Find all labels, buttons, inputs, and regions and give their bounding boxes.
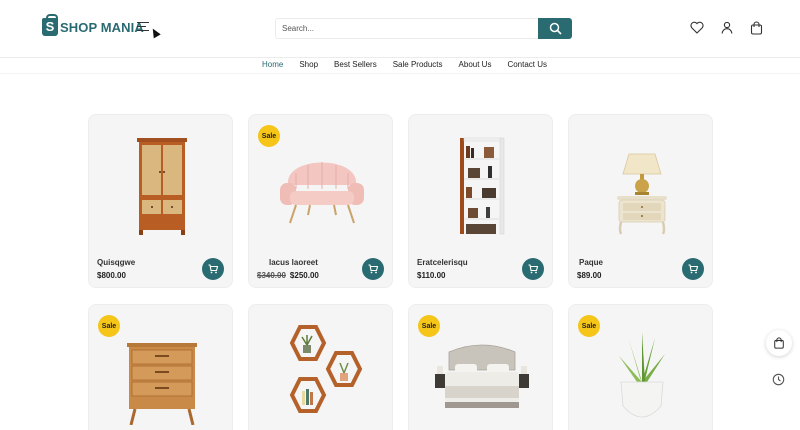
nav-contact-us[interactable]: Contact Us (507, 60, 547, 73)
product-card[interactable]: Sale (408, 304, 553, 430)
search-input[interactable] (275, 18, 538, 39)
current-price: $800.00 (97, 271, 126, 280)
product-price: $110.00 (417, 271, 445, 280)
product-card[interactable]: Sale (568, 304, 713, 430)
site-logo[interactable]: S SHOP MANIA (42, 14, 144, 36)
cart-icon (528, 264, 538, 274)
sale-badge: Sale (258, 125, 280, 147)
cart-icon (368, 264, 378, 274)
current-price: $89.00 (577, 271, 602, 280)
product-name[interactable]: Paque (579, 258, 603, 267)
user-icon (721, 21, 732, 34)
current-price: $110.00 (417, 271, 446, 280)
search-button[interactable] (538, 18, 572, 39)
cart-icon (688, 264, 698, 274)
nav-home[interactable]: Home (262, 60, 283, 73)
product-card[interactable]: Quisqgwe $800.00 (88, 114, 233, 288)
sale-badge: Sale (98, 315, 120, 337)
add-to-cart-button[interactable] (362, 258, 384, 280)
product-image-wardrobe[interactable] (89, 115, 232, 255)
shopping-bag-logo-icon: S (42, 14, 58, 36)
nav-shop[interactable]: Shop (299, 60, 318, 73)
cart-icon (774, 337, 784, 349)
search-icon (549, 22, 562, 35)
floating-cart-button[interactable] (766, 330, 792, 356)
add-to-cart-button[interactable] (682, 258, 704, 280)
product-name[interactable]: lacus laoreet (269, 258, 318, 267)
main-nav: Home Shop Best Sellers Sale Products Abo… (262, 60, 547, 73)
product-card[interactable]: Paque $89.00 (568, 114, 713, 288)
product-image-hexagon-shelves[interactable] (249, 305, 392, 430)
product-price: $800.00 (97, 271, 126, 280)
mouse-cursor-icon (149, 26, 161, 39)
add-to-cart-button[interactable] (522, 258, 544, 280)
product-card[interactable]: Sale lacus laoreet $340.00 $250.00 (248, 114, 393, 288)
product-price: $340.00 $250.00 (257, 271, 319, 280)
brand-name: SHOP MANIA (60, 19, 144, 35)
account-button[interactable] (719, 20, 734, 35)
add-to-cart-button[interactable] (202, 258, 224, 280)
product-image-bookshelf[interactable] (409, 115, 552, 255)
cart-icon (750, 20, 763, 35)
cart-button[interactable] (749, 20, 764, 35)
search-bar (275, 18, 572, 39)
product-image-nightstand-lamp[interactable] (569, 115, 712, 255)
nav-sale-products[interactable]: Sale Products (393, 60, 443, 73)
old-price: $340.00 (257, 271, 286, 280)
header-divider (0, 57, 800, 58)
product-price: $89.00 (577, 271, 601, 280)
cart-icon (208, 264, 218, 274)
nav-divider (0, 73, 800, 74)
site-header: S SHOP MANIA (0, 0, 800, 57)
heart-icon (689, 21, 704, 34)
menu-icon[interactable] (137, 22, 149, 32)
nav-best-sellers[interactable]: Best Sellers (334, 60, 377, 73)
recently-viewed-button[interactable] (771, 372, 785, 386)
nav-about-us[interactable]: About Us (459, 60, 492, 73)
product-card[interactable]: Sale (88, 304, 233, 430)
product-name[interactable]: Eratcelerisqu (417, 258, 468, 267)
logo-letter: S (45, 19, 55, 34)
product-card[interactable] (248, 304, 393, 430)
wishlist-button[interactable] (689, 20, 704, 35)
clock-icon (772, 373, 784, 385)
sale-badge: Sale (418, 315, 440, 337)
current-price: $250.00 (289, 271, 319, 280)
sale-badge: Sale (578, 315, 600, 337)
product-name[interactable]: Quisqgwe (97, 258, 135, 267)
product-card[interactable]: Eratcelerisqu $110.00 (408, 114, 553, 288)
